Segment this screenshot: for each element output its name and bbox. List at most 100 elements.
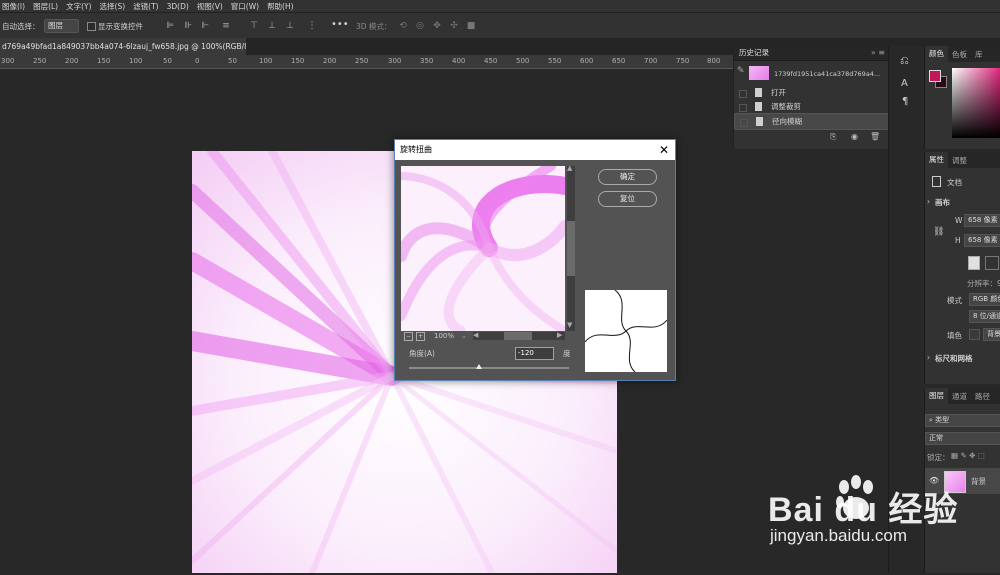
portrait-orientation-icon[interactable]: [968, 256, 980, 270]
scroll-down-icon[interactable]: ▼: [567, 321, 572, 329]
camera-icon[interactable]: ◉: [851, 132, 858, 141]
align-left-icon[interactable]: ⊫: [165, 21, 175, 31]
history-icon[interactable]: ⎌: [900, 54, 909, 68]
zoom-in-button[interactable]: +: [416, 332, 425, 341]
tab-adjustments[interactable]: 调整: [948, 155, 971, 166]
lock-options-icons[interactable]: ▦ ✎ ✥ ⬚: [951, 451, 985, 460]
scroll-right-icon[interactable]: ▶: [557, 331, 562, 339]
paragraph-icon[interactable]: ¶: [902, 96, 908, 107]
align-center-icon[interactable]: ⊪: [183, 21, 193, 31]
color-panel: 颜色 色板 库: [924, 46, 1000, 149]
foreground-color-swatch[interactable]: [929, 70, 941, 82]
3d-pan-icon[interactable]: ✥: [432, 21, 442, 31]
tab-swatches[interactable]: 色板: [948, 49, 971, 60]
rulers-grids-section-title[interactable]: 标尺和网格: [935, 353, 973, 364]
ruler-tick: 550: [548, 57, 562, 65]
3d-orbit-icon[interactable]: ⟲: [398, 21, 408, 31]
align-bottom-icon[interactable]: ⊥: [285, 21, 295, 31]
history-item-label: 打开: [771, 88, 786, 97]
zoom-value: 100%: [434, 332, 455, 340]
angle-slider-track[interactable]: [409, 367, 569, 369]
tab-color[interactable]: 颜色: [925, 46, 948, 62]
width-input[interactable]: 658 像素: [964, 214, 1000, 227]
close-icon[interactable]: ✕: [659, 140, 669, 160]
align-middle-icon[interactable]: ⊥: [267, 21, 277, 31]
color-picker-field[interactable]: [952, 68, 1000, 138]
layer-filter-dropdown[interactable]: ⌕ 类型: [925, 414, 1000, 427]
3d-slide-icon[interactable]: ✣: [449, 21, 459, 31]
angle-label: 角度(A): [409, 349, 435, 358]
history-item[interactable]: 调整裁剪: [734, 99, 889, 114]
align-right-icon[interactable]: ⊩: [200, 21, 210, 31]
document-tab[interactable]: d769a49bfad1a849037bb4a074-6lzauj_fw658.…: [0, 38, 246, 55]
ruler-tick: 750: [676, 57, 690, 65]
tab-libraries[interactable]: 库: [971, 49, 987, 60]
character-icon[interactable]: A: [901, 78, 908, 89]
history-brush-source[interactable]: [739, 90, 747, 98]
menu-layer[interactable]: 图层(L): [33, 1, 58, 12]
mode-dropdown[interactable]: RGB 颜色: [969, 293, 1000, 306]
distribute-vertical-icon[interactable]: ⋮: [307, 21, 317, 31]
zoom-out-button[interactable]: −: [404, 332, 413, 341]
ruler-tick: 800: [707, 57, 721, 65]
auto-select-dropdown[interactable]: 图层: [44, 19, 79, 33]
dialog-title: 旋转扭曲: [400, 145, 432, 154]
new-document-from-state-icon[interactable]: ⎘: [830, 132, 836, 142]
panel-collapse-icon[interactable]: » ≡: [871, 48, 885, 57]
menu-filter[interactable]: 滤镜(T): [133, 1, 158, 12]
link-icon[interactable]: ⛓: [933, 227, 944, 237]
trash-icon[interactable]: 🗑: [870, 132, 880, 141]
chevron-right-icon[interactable]: ›: [927, 353, 930, 362]
show-transform-checkbox[interactable]: [87, 22, 96, 31]
ok-button[interactable]: 确定: [598, 169, 657, 185]
menu-type[interactable]: 文字(Y): [66, 1, 91, 12]
reset-button[interactable]: 复位: [598, 191, 657, 207]
fill-swatch[interactable]: [969, 329, 980, 340]
menu-select[interactable]: 选择(S): [100, 1, 126, 12]
zoom-dropdown-icon[interactable]: ⌄: [461, 332, 467, 340]
preview-vertical-scrollbar[interactable]: ▲ ▼: [567, 164, 575, 331]
preview-horizontal-scrollbar[interactable]: ◀ ▶: [473, 331, 565, 340]
dialog-title-bar[interactable]: 旋转扭曲: [395, 140, 675, 160]
history-item-label: 径向模糊: [772, 117, 802, 126]
history-brush-source[interactable]: [740, 119, 748, 127]
landscape-orientation-icon[interactable]: [985, 256, 999, 270]
menu-help[interactable]: 帮助(H): [267, 1, 294, 12]
history-item[interactable]: 打开: [734, 85, 889, 100]
resolution-label: 分辨率：96: [967, 279, 1000, 288]
properties-tabs: 属性 调整: [925, 152, 1000, 168]
menu-view[interactable]: 视图(V): [197, 1, 223, 12]
ruler-tick: 200: [323, 57, 337, 65]
tab-layers[interactable]: 图层: [925, 388, 948, 404]
3d-scale-icon[interactable]: ■: [466, 21, 476, 31]
history-item-selected[interactable]: 径向模糊: [734, 113, 894, 130]
fill-label: 填色: [947, 331, 962, 340]
distribute-icon[interactable]: ≡: [221, 21, 231, 31]
history-brush-source[interactable]: [739, 104, 747, 112]
height-input[interactable]: 658 像素: [964, 234, 1000, 247]
scroll-left-icon[interactable]: ◀: [473, 331, 478, 339]
menu-bar: 图像(I) 图层(L) 文字(Y) 选择(S) 滤镜(T) 3D(D) 视图(V…: [0, 0, 1000, 12]
align-top-icon[interactable]: ⊤: [249, 21, 259, 31]
fill-dropdown[interactable]: 背景: [983, 328, 1000, 341]
menu-image[interactable]: 图像(I): [2, 1, 25, 12]
tab-channels[interactable]: 通道: [948, 391, 971, 402]
menu-3d[interactable]: 3D(D): [167, 2, 189, 11]
blend-mode-dropdown[interactable]: 正常: [925, 432, 1000, 445]
menu-window[interactable]: 窗口(W): [231, 1, 259, 12]
tab-paths[interactable]: 路径: [971, 391, 994, 402]
history-panel-title[interactable]: 历史记录: [734, 46, 889, 61]
3d-roll-icon[interactable]: ◎: [415, 21, 425, 31]
scrollbar-thumb[interactable]: [567, 221, 575, 276]
bit-depth-dropdown[interactable]: 8 位/通道: [969, 310, 1000, 323]
angle-slider-thumb[interactable]: [476, 364, 483, 369]
scroll-up-icon[interactable]: ▲: [567, 164, 572, 172]
scrollbar-thumb[interactable]: [504, 332, 532, 340]
history-snapshot[interactable]: ✎ 1739fd1951ca41ca378d769a4...: [734, 64, 889, 84]
more-options[interactable]: •••: [331, 19, 349, 30]
angle-input[interactable]: -120: [515, 347, 554, 360]
tab-properties[interactable]: 属性: [925, 152, 948, 168]
filter-preview[interactable]: [401, 166, 565, 331]
chevron-down-icon[interactable]: ›: [927, 197, 930, 206]
auto-select-value: 图层: [48, 21, 63, 30]
